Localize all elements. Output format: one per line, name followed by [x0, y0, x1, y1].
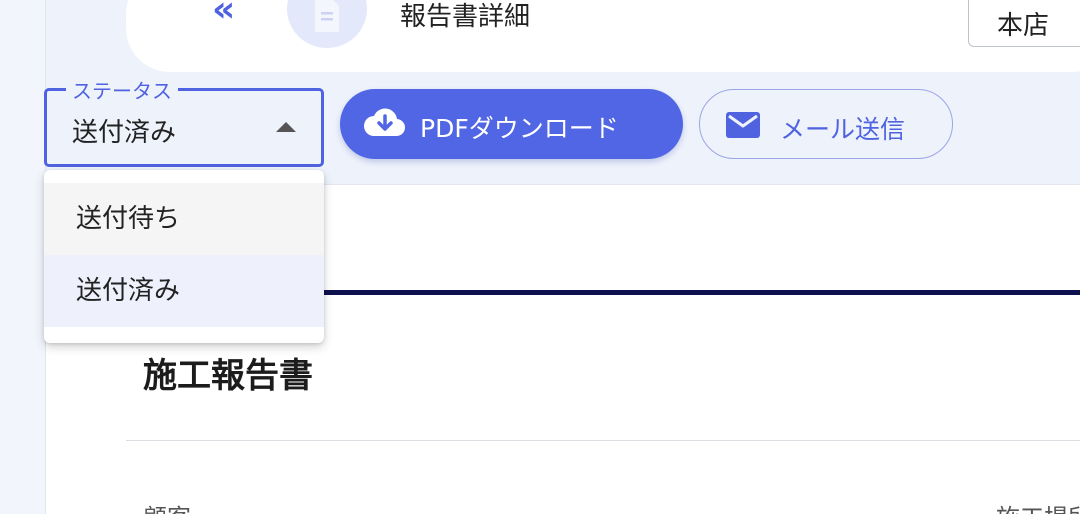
store-select[interactable]: 本店 [968, 0, 1080, 47]
store-select-value: 本店 [997, 11, 1050, 41]
document-icon [315, 0, 339, 32]
report-title: 施工報告書 [143, 356, 313, 396]
send-mail-label: メール送信 [780, 115, 906, 144]
left-rail [0, 0, 46, 514]
header-card [126, 0, 1080, 72]
status-dropdown-menu: 送付待ち 送付済み [44, 170, 324, 343]
status-option-pending[interactable]: 送付待ち [44, 183, 324, 255]
status-option-sent[interactable]: 送付済み [44, 255, 324, 327]
chevrons-left-icon[interactable]: « [212, 0, 252, 28]
pdf-download-label: PDFダウンロード [420, 114, 619, 143]
site-label: 施工場所 [996, 498, 1080, 514]
customer-label: 顧客 [143, 498, 191, 514]
status-select-value: 送付済み [72, 118, 177, 148]
pdf-download-button[interactable]: PDFダウンロード [340, 89, 683, 159]
status-select-label: ステータス [66, 75, 178, 104]
page-title: 報告書詳細 [400, 2, 531, 32]
send-mail-button[interactable]: メール送信 [699, 89, 953, 159]
mail-icon [726, 112, 760, 138]
section-divider [126, 440, 1080, 441]
cloud-download-icon [364, 108, 406, 137]
caret-up-icon[interactable] [276, 122, 296, 132]
